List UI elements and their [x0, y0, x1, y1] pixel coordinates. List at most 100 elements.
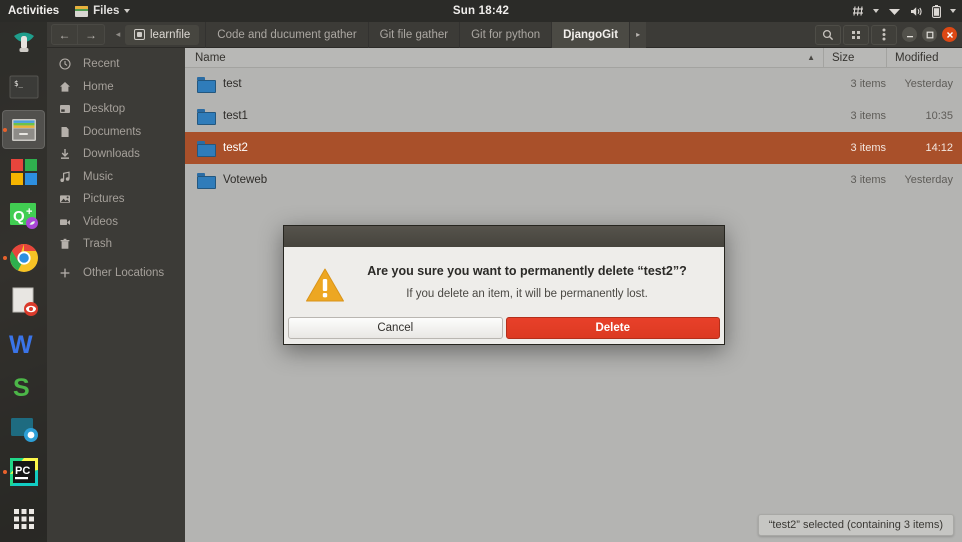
pycharm-icon: PC	[9, 458, 38, 487]
main-menu-icon[interactable]	[871, 24, 897, 45]
dialog-body: Are you sure you want to permanently del…	[284, 247, 724, 317]
keyboard-indicator-icon[interactable]	[852, 5, 864, 17]
folder-icon	[197, 109, 216, 125]
warning-triangle-icon	[302, 263, 348, 303]
column-header-modified[interactable]: Modified	[886, 47, 962, 68]
dialog-text: Are you sure you want to permanently del…	[366, 263, 706, 300]
file-name-label: Voteweb	[223, 174, 268, 186]
battery-icon[interactable]	[932, 4, 941, 18]
dock-item-files[interactable]	[2, 109, 45, 150]
places-sidebar: Recent Home Desktop Documents Downloads …	[47, 48, 185, 542]
qt-creator-icon: Q +	[9, 203, 38, 230]
sidebar-item-downloads[interactable]: Downloads	[47, 143, 185, 166]
tab-djangogit[interactable]: DjangoGit	[551, 22, 631, 48]
file-modified-cell: Yesterday	[904, 174, 953, 186]
chevron-down-icon	[124, 9, 131, 13]
dock-item-pdf-reader[interactable]	[2, 281, 45, 321]
dock-item-wps-writer[interactable]: W	[2, 324, 45, 364]
folder-icon	[197, 141, 216, 157]
sort-ascending-icon: ▲	[807, 53, 815, 62]
wps-spreadsheet-icon: S	[13, 374, 30, 402]
table-row[interactable]: Voteweb 3 items Yesterday	[185, 164, 962, 196]
show-applications-button[interactable]	[2, 499, 45, 539]
svg-text:Q: Q	[13, 208, 25, 225]
delete-button[interactable]: Delete	[505, 317, 720, 339]
cancel-button[interactable]: Cancel	[288, 317, 503, 339]
sidebar-label: Videos	[83, 215, 118, 228]
breadcrumb-scroll-left-icon[interactable]: ◂	[111, 29, 125, 40]
column-header-size[interactable]: Size	[823, 47, 886, 68]
sidebar-item-trash[interactable]: Trash	[47, 233, 185, 256]
column-header-name[interactable]: Name ▲	[185, 52, 823, 64]
sidebar-label: Documents	[83, 125, 142, 138]
tab-overflow-right-icon[interactable]: ▸	[630, 22, 647, 48]
tab-git-for-python[interactable]: Git for python	[459, 22, 553, 48]
app-menu-label: Files	[93, 5, 120, 17]
sidebar-label: Pictures	[83, 193, 125, 206]
sidebar-label: Home	[83, 80, 114, 93]
breadcrumb-item-learnfile[interactable]: learnfile	[125, 24, 200, 45]
file-name-cell: test2	[185, 141, 815, 157]
ubuntu-dock: $_ Q + W S PC	[0, 22, 47, 542]
terminal-icon: $_	[9, 75, 38, 99]
table-row[interactable]: test 3 items Yesterday	[185, 68, 962, 100]
sidebar-item-pictures[interactable]: Pictures	[47, 188, 185, 211]
volume-icon[interactable]	[910, 6, 923, 17]
clock[interactable]: Sun 18:42	[453, 5, 509, 17]
close-button[interactable]	[942, 27, 957, 42]
pdf-reader-icon	[12, 287, 38, 316]
dock-item-google-chrome[interactable]	[2, 238, 45, 278]
sidebar-label: Desktop	[83, 103, 126, 116]
table-row-selected[interactable]: test2 3 items 14:12	[185, 132, 962, 164]
minimize-button[interactable]	[902, 27, 917, 42]
dialog-actions: Cancel Delete	[284, 317, 724, 344]
back-button[interactable]: ←	[52, 25, 78, 44]
app-menu-files[interactable]: Files	[69, 5, 136, 17]
dock-item-pycharm[interactable]: PC	[2, 452, 45, 492]
system-menu-caret-icon[interactable]	[950, 9, 956, 13]
sidebar-item-documents[interactable]: Documents	[47, 121, 185, 144]
tray-caret-icon[interactable]	[873, 9, 879, 13]
forward-button[interactable]: →	[78, 25, 104, 44]
table-row[interactable]: test1 3 items 10:35	[185, 100, 962, 132]
sidebar-item-videos[interactable]: Videos	[47, 211, 185, 234]
sidebar-item-desktop[interactable]: Desktop	[47, 98, 185, 121]
dock-item-wps-spreadsheet[interactable]: S	[2, 367, 45, 407]
view-options-icon[interactable]	[843, 24, 869, 45]
file-size-cell: 3 items	[850, 78, 886, 90]
screenshot-tool-icon	[10, 418, 38, 443]
sidebar-item-recent[interactable]: Recent	[47, 53, 185, 76]
maximize-button[interactable]	[922, 27, 937, 42]
file-size-cell: 3 items	[850, 110, 886, 122]
sidebar-item-music[interactable]: Music	[47, 166, 185, 189]
tab-git-file-gather[interactable]: Git file gather	[367, 22, 461, 48]
dialog-title-bar	[284, 226, 724, 247]
wifi-icon[interactable]	[888, 6, 901, 16]
dock-item-microsoft-office[interactable]	[2, 152, 45, 192]
desktop-icon	[56, 103, 73, 115]
folder-icon	[197, 173, 216, 189]
activities-button[interactable]: Activities	[0, 5, 69, 17]
sidebar-label: Trash	[83, 238, 112, 251]
sidebar-item-home[interactable]: Home	[47, 76, 185, 99]
files-app-icon	[75, 5, 89, 17]
dock-item-terminal[interactable]: $_	[2, 67, 45, 107]
dock-item-qt-creator[interactable]: Q +	[2, 195, 45, 235]
system-tray	[852, 4, 956, 18]
dock-item-screenshot-tool[interactable]	[2, 409, 45, 449]
search-icon[interactable]	[815, 24, 841, 45]
sidebar-label: Other Locations	[83, 266, 165, 279]
trash-icon	[56, 238, 73, 250]
breadcrumb-label: learnfile	[150, 28, 191, 41]
grid-apps-icon	[13, 509, 34, 530]
svg-text:S: S	[13, 374, 30, 402]
svg-text:PC: PC	[15, 465, 30, 477]
svg-text:+: +	[26, 206, 32, 218]
tab-code-and-ducument-gather[interactable]: Code and ducument gather	[205, 22, 369, 48]
plus-icon	[56, 267, 73, 279]
dock-item-ubuntu-software[interactable]	[2, 24, 45, 64]
file-size-cell: 3 items	[850, 142, 886, 154]
sidebar-item-other-locations[interactable]: Other Locations	[47, 262, 185, 285]
file-name-cell: test	[185, 77, 815, 93]
video-camera-icon	[56, 216, 73, 228]
